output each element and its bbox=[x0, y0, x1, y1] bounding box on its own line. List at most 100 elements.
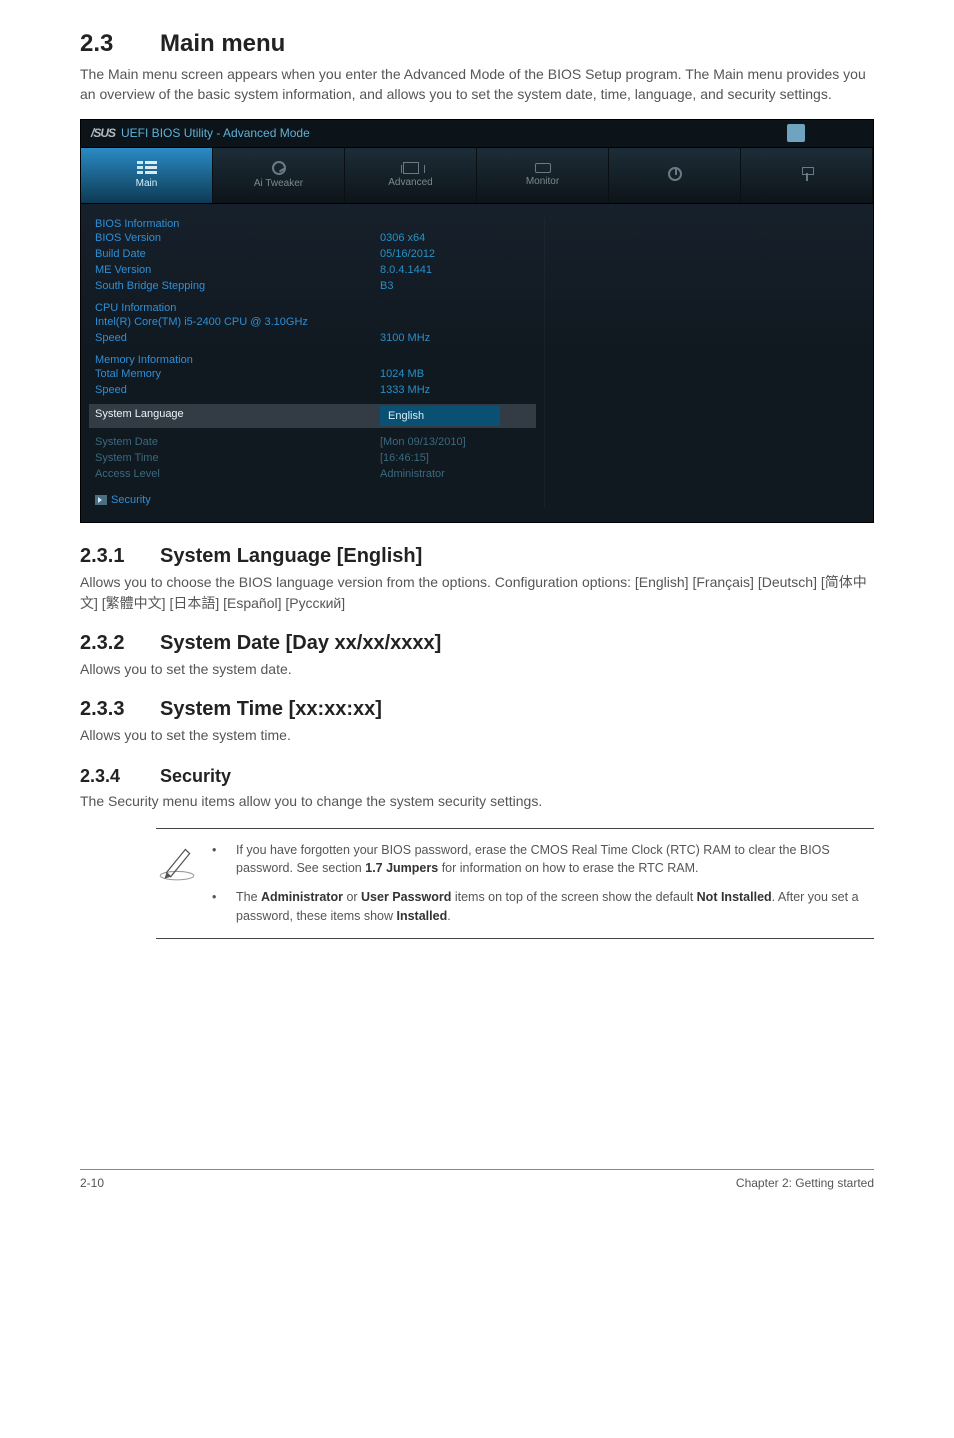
label: Total Memory bbox=[95, 366, 380, 382]
value bbox=[380, 314, 530, 330]
group-bios-info: BIOS Information bbox=[95, 218, 530, 230]
language-dropdown[interactable]: English bbox=[380, 406, 500, 426]
value: 1333 MHz bbox=[380, 382, 530, 398]
system-language-row[interactable]: System Language English bbox=[89, 404, 536, 428]
tab-main[interactable]: Main bbox=[81, 148, 213, 203]
label: System Language bbox=[95, 406, 380, 426]
body-text: Allows you to set the system time. bbox=[80, 725, 874, 746]
group-memory-info: Memory Information bbox=[95, 354, 530, 366]
label: Speed bbox=[95, 330, 380, 346]
subsection-number: 2.3.3 bbox=[80, 698, 160, 721]
subsection-number: 2.3.2 bbox=[80, 632, 160, 655]
subsection-heading: 2.3.4Security bbox=[80, 766, 874, 787]
bios-tabs: Main Ai Tweaker Advanced Monitor bbox=[81, 148, 873, 204]
pen-icon bbox=[156, 841, 198, 926]
value: [16:46:15] bbox=[380, 450, 530, 466]
chevron-right-icon bbox=[95, 495, 107, 505]
body-text: Allows you to set the system date. bbox=[80, 659, 874, 680]
bios-main-panel: BIOS Information BIOS Version0306 x64 Bu… bbox=[95, 218, 530, 508]
row-cpu-speed: Speed3100 MHz bbox=[95, 330, 530, 346]
asus-logo: /SUS bbox=[91, 126, 115, 140]
note-item: • The Administrator or User Password item… bbox=[212, 888, 874, 926]
note-text: If you have forgotten your BIOS password… bbox=[236, 841, 874, 879]
value: Administrator bbox=[380, 466, 530, 482]
chapter-label: Chapter 2: Getting started bbox=[736, 1176, 874, 1190]
body-text: The Security menu items allow you to cha… bbox=[80, 791, 874, 812]
list-icon bbox=[137, 161, 157, 175]
label: Access Level bbox=[95, 466, 380, 482]
row-build-date: Build Date05/16/2012 bbox=[95, 246, 530, 262]
chip-icon bbox=[403, 162, 419, 174]
row-total-memory: Total Memory1024 MB bbox=[95, 366, 530, 382]
label: Security bbox=[95, 492, 530, 508]
note-list: • If you have forgotten your BIOS passwor… bbox=[212, 841, 874, 926]
bullet-icon: • bbox=[212, 841, 218, 879]
power-icon bbox=[668, 167, 682, 181]
page-number: 2-10 bbox=[80, 1176, 104, 1190]
label: Speed bbox=[95, 382, 380, 398]
row-access-level: Access LevelAdministrator bbox=[95, 466, 530, 482]
row-system-date[interactable]: System Date[Mon 09/13/2010] bbox=[95, 434, 530, 450]
row-cpu-name: Intel(R) Core(TM) i5-2400 CPU @ 3.10GHz bbox=[95, 314, 530, 330]
row-me-version: ME Version8.0.4.1441 bbox=[95, 262, 530, 278]
value: 05/16/2012 bbox=[380, 246, 530, 262]
group-cpu-info: CPU Information bbox=[95, 302, 530, 314]
subsection-number: 2.3.1 bbox=[80, 545, 160, 568]
tab-ai-tweaker[interactable]: Ai Tweaker bbox=[213, 148, 345, 203]
security-label: Security bbox=[111, 494, 151, 506]
section-title: Main menu bbox=[160, 30, 285, 57]
note-item: • If you have forgotten your BIOS passwor… bbox=[212, 841, 874, 879]
label: ME Version bbox=[95, 262, 380, 278]
body-text: Allows you to choose the BIOS language v… bbox=[80, 572, 874, 614]
value: B3 bbox=[380, 278, 530, 294]
row-memory-speed: Speed1333 MHz bbox=[95, 382, 530, 398]
subsection-heading: 2.3.1System Language [English] bbox=[80, 545, 874, 568]
subsection-title: System Date [Day xx/xx/xxxx] bbox=[160, 632, 441, 654]
note-box: • If you have forgotten your BIOS passwor… bbox=[156, 828, 874, 939]
section-number: 2.3 bbox=[80, 30, 160, 58]
value: [Mon 09/13/2010] bbox=[380, 434, 530, 450]
label: BIOS Version bbox=[95, 230, 380, 246]
subsection-title: System Time [xx:xx:xx] bbox=[160, 698, 382, 720]
subsection-heading: 2.3.3System Time [xx:xx:xx] bbox=[80, 698, 874, 721]
tab-tool[interactable] bbox=[741, 148, 873, 203]
subsection-title: Security bbox=[160, 766, 231, 786]
subsection-title: System Language [English] bbox=[160, 545, 422, 567]
bios-titlebar: /SUS UEFI BIOS Utility - Advanced Mode bbox=[81, 120, 873, 148]
label: Intel(R) Core(TM) i5-2400 CPU @ 3.10GHz bbox=[95, 314, 380, 330]
bullet-icon: • bbox=[212, 888, 218, 926]
gauge-icon bbox=[272, 161, 286, 175]
label: Build Date bbox=[95, 246, 380, 262]
exit-icon[interactable] bbox=[787, 124, 805, 142]
subsection-heading: 2.3.2System Date [Day xx/xx/xxxx] bbox=[80, 632, 874, 655]
tab-advanced[interactable]: Advanced bbox=[345, 148, 477, 203]
value: 8.0.4.1441 bbox=[380, 262, 530, 278]
value: 0306 x64 bbox=[380, 230, 530, 246]
bios-help-panel bbox=[544, 218, 859, 508]
page-footer: 2-10 Chapter 2: Getting started bbox=[80, 1169, 874, 1190]
intro-paragraph: The Main menu screen appears when you en… bbox=[80, 64, 874, 105]
bios-body: BIOS Information BIOS Version0306 x64 Bu… bbox=[81, 204, 873, 522]
tool-icon bbox=[800, 167, 814, 181]
value: English bbox=[380, 406, 530, 426]
tab-label: Main bbox=[136, 178, 158, 189]
row-system-time[interactable]: System Time[16:46:15] bbox=[95, 450, 530, 466]
label: System Time bbox=[95, 450, 380, 466]
security-item[interactable]: Security bbox=[95, 492, 530, 508]
label: System Date bbox=[95, 434, 380, 450]
bios-title: UEFI BIOS Utility - Advanced Mode bbox=[121, 126, 310, 140]
tab-label: Advanced bbox=[388, 177, 432, 188]
tab-label: Monitor bbox=[526, 176, 559, 187]
monitor-icon bbox=[535, 163, 551, 173]
bios-screenshot: /SUS UEFI BIOS Utility - Advanced Mode M… bbox=[80, 119, 874, 523]
subsection-number: 2.3.4 bbox=[80, 766, 160, 787]
value: 3100 MHz bbox=[380, 330, 530, 346]
tab-monitor[interactable]: Monitor bbox=[477, 148, 609, 203]
value: 1024 MB bbox=[380, 366, 530, 382]
tab-boot[interactable] bbox=[609, 148, 741, 203]
note-text: The Administrator or User Password items… bbox=[236, 888, 874, 926]
tab-label: Ai Tweaker bbox=[254, 178, 303, 189]
section-heading: 2.3Main menu bbox=[80, 30, 874, 58]
row-sb-stepping: South Bridge SteppingB3 bbox=[95, 278, 530, 294]
label: South Bridge Stepping bbox=[95, 278, 380, 294]
